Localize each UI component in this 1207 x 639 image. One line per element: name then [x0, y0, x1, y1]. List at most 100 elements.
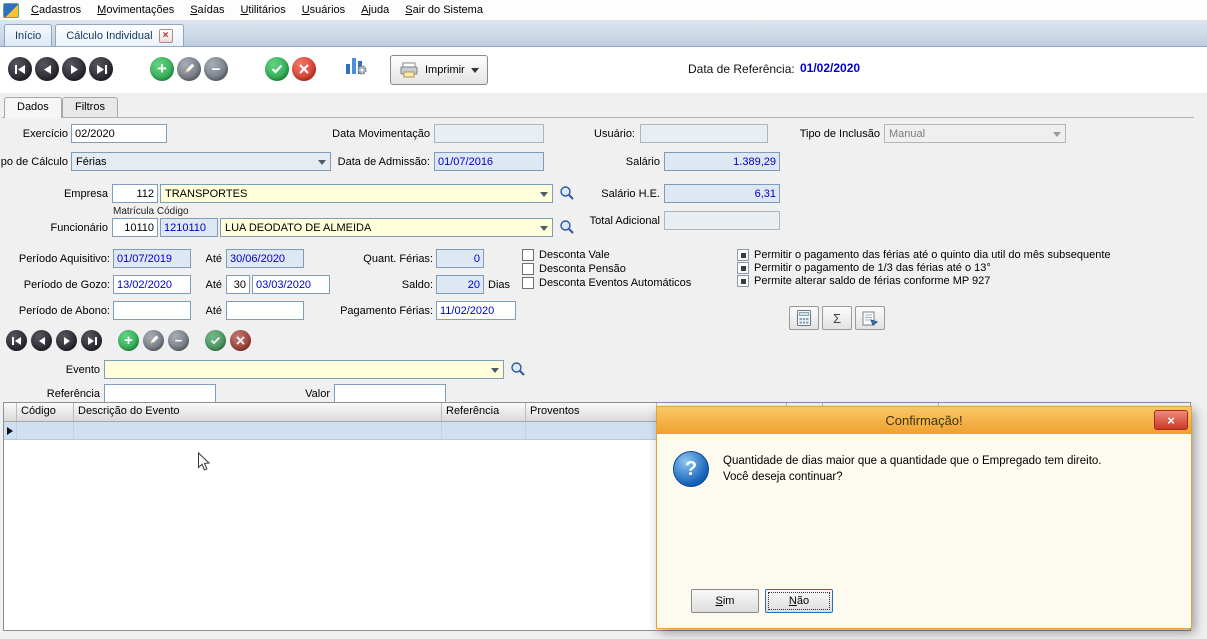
- pencil-icon: [148, 335, 159, 346]
- dialog-title-bar[interactable]: Confirmação!: [657, 407, 1191, 434]
- valor-input[interactable]: [334, 384, 446, 403]
- menu-item-ajuda[interactable]: Ajuda: [353, 1, 397, 19]
- grid-header-referencia[interactable]: Referência: [442, 403, 526, 421]
- funcionario-search-button[interactable]: [557, 218, 577, 238]
- pagamento-ferias-input[interactable]: [436, 301, 516, 320]
- event-nav-first-button[interactable]: [6, 330, 27, 351]
- periodo-abono-label: Período de Abono:: [0, 303, 110, 319]
- somatorio-button[interactable]: Σ: [822, 306, 852, 330]
- menu-item-utilitarios[interactable]: Utilitários: [232, 1, 293, 19]
- nav-prev-button[interactable]: [35, 57, 59, 81]
- funcionario-matricula-input[interactable]: [112, 218, 158, 237]
- chevron-down-icon[interactable]: [540, 192, 548, 197]
- menu-item-movimentacoes[interactable]: Movimentações: [89, 1, 182, 19]
- nav-next-button[interactable]: [62, 57, 86, 81]
- data-admissao-input[interactable]: [434, 152, 544, 171]
- quant-ferias-label: Quant. Férias:: [330, 251, 433, 267]
- tipo-inclusao-combobox[interactable]: Manual: [884, 124, 1066, 143]
- plus-icon: +: [157, 59, 167, 79]
- opcao-quinto-dia-checkbox[interactable]: [737, 249, 749, 261]
- tab-filtros[interactable]: Filtros: [62, 97, 118, 118]
- opcao-mp927-checkbox[interactable]: [737, 275, 749, 287]
- grid-header-codigo[interactable]: Código: [17, 403, 74, 421]
- desconta-pensao-checkbox[interactable]: [522, 263, 534, 275]
- desconta-vale-checkbox[interactable]: [522, 249, 534, 261]
- calculator-icon: [797, 310, 811, 326]
- periodo-gozo-de-input[interactable]: [113, 275, 191, 294]
- chart-settings-button[interactable]: [345, 55, 367, 78]
- chevron-down-icon[interactable]: [540, 226, 548, 231]
- main-toolbar: + − Imprimir Data de Referência: 01/: [0, 47, 1207, 93]
- salario-he-input[interactable]: [664, 184, 780, 203]
- last-record-icon: [96, 65, 107, 74]
- chevron-down-icon[interactable]: [491, 368, 499, 373]
- tipo-inclusao-label: Tipo de Inclusão: [760, 126, 880, 142]
- usuario-label: Usuário:: [560, 126, 635, 142]
- calculadora-button[interactable]: [789, 306, 819, 330]
- tab-calculo-individual[interactable]: Cálculo Individual ×: [55, 24, 183, 46]
- menu-item-saidas[interactable]: Saídas: [182, 1, 232, 19]
- sim-button[interactable]: Sim: [691, 589, 759, 613]
- add-record-button[interactable]: +: [150, 57, 174, 81]
- menu-item-usuarios[interactable]: Usuários: [294, 1, 353, 19]
- event-nav-last-button[interactable]: [81, 330, 102, 351]
- imprimir-button[interactable]: Imprimir: [390, 55, 488, 85]
- cancel-button[interactable]: [292, 57, 316, 81]
- periodo-gozo-ate-input[interactable]: [252, 275, 330, 294]
- chevron-down-icon[interactable]: [471, 68, 479, 73]
- empresa-code-input[interactable]: [112, 184, 158, 203]
- event-nav-prev-button[interactable]: [31, 330, 52, 351]
- tab-inicio[interactable]: Início: [4, 24, 52, 46]
- close-icon: ×: [1167, 413, 1175, 428]
- event-confirm-button[interactable]: [205, 330, 226, 351]
- event-edit-button[interactable]: [143, 330, 164, 351]
- salario-input[interactable]: [664, 152, 780, 171]
- funcionario-combobox[interactable]: LUA DEODATO DE ALMEIDA: [220, 218, 553, 237]
- confirmation-dialog: Confirmação! × ? Quantidade de dias maio…: [656, 406, 1192, 629]
- data-movimentacao-input[interactable]: [434, 124, 544, 143]
- recibo-button[interactable]: [855, 306, 885, 330]
- event-nav-next-button[interactable]: [56, 330, 77, 351]
- periodo-abono-de-input[interactable]: [113, 301, 191, 320]
- referencia-input[interactable]: [104, 384, 216, 403]
- plus-icon: +: [124, 332, 133, 349]
- event-add-button[interactable]: +: [118, 330, 139, 351]
- edit-record-button[interactable]: [177, 57, 201, 81]
- tipo-calculo-combobox[interactable]: Férias: [71, 152, 331, 171]
- funcionario-codigo-input[interactable]: [160, 218, 218, 237]
- tipo-inclusao-value: Manual: [889, 128, 925, 140]
- nav-first-button[interactable]: [8, 57, 32, 81]
- event-cancel-button[interactable]: [230, 330, 251, 351]
- total-adicional-input[interactable]: [664, 211, 780, 230]
- usuario-input[interactable]: [640, 124, 768, 143]
- empresa-combobox[interactable]: TRANSPORTES: [160, 184, 553, 203]
- grid-header-descricao[interactable]: Descrição do Evento: [74, 403, 442, 421]
- nav-last-button[interactable]: [89, 57, 113, 81]
- desconta-pensao-label: Desconta Pensão: [539, 263, 626, 275]
- delete-record-button[interactable]: −: [204, 57, 228, 81]
- grid-header-marker: [4, 403, 17, 421]
- dialog-message-line1: Quantidade de dias maior que a quantidad…: [723, 455, 1101, 467]
- exercicio-input[interactable]: [71, 124, 167, 143]
- event-delete-button[interactable]: −: [168, 330, 189, 351]
- tab-close-icon[interactable]: ×: [159, 29, 173, 43]
- matricula-codigo-caption: Matrícula Código: [113, 206, 189, 217]
- saldo-input[interactable]: [436, 275, 484, 294]
- evento-combobox[interactable]: [104, 360, 504, 379]
- confirm-button[interactable]: [265, 57, 289, 81]
- evento-search-button[interactable]: [508, 360, 528, 380]
- first-record-icon: [15, 65, 26, 74]
- periodo-aquisitivo-ate-input[interactable]: [226, 249, 304, 268]
- grid-header-proventos[interactable]: Proventos: [526, 403, 657, 421]
- menu-item-sair[interactable]: Sair do Sistema: [397, 1, 491, 19]
- menu-item-cadastros[interactable]: Cadastros: [23, 1, 89, 19]
- opcao-um-terco-checkbox[interactable]: [737, 262, 749, 274]
- periodo-abono-ate-input[interactable]: [226, 301, 304, 320]
- periodo-gozo-dias-input[interactable]: [226, 275, 250, 294]
- quant-ferias-input[interactable]: [436, 249, 484, 268]
- periodo-aquisitivo-de-input[interactable]: [113, 249, 191, 268]
- dialog-close-button[interactable]: ×: [1154, 410, 1188, 430]
- tab-dados[interactable]: Dados: [4, 97, 62, 118]
- nao-button[interactable]: Não: [765, 589, 833, 613]
- desconta-eventos-checkbox[interactable]: [522, 277, 534, 289]
